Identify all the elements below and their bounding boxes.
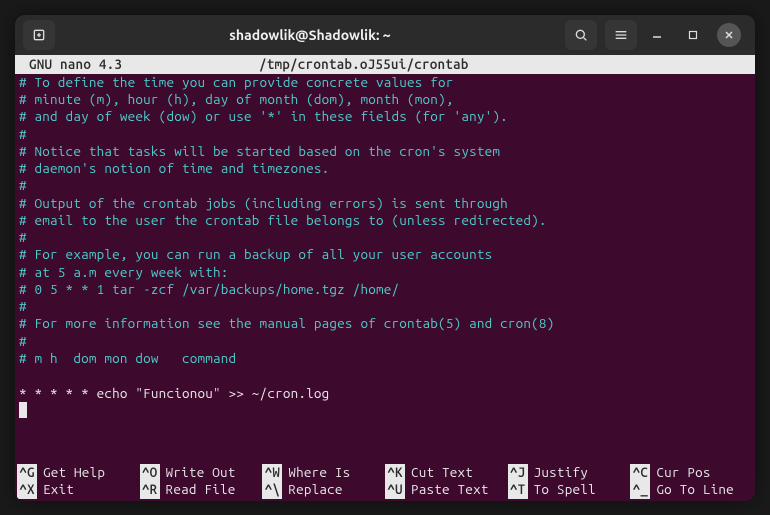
shortcut-key: ^R [140,481,160,498]
editor-line: # To define the time you can provide con… [19,74,751,91]
shortcut-label: To Spell [534,481,596,498]
editor-line: # Notice that tasks will be started base… [19,143,751,160]
editor-line: # For example, you can run a backup of a… [19,246,751,263]
shortcut-item: ^C Cur Pos [630,464,753,481]
shortcut-key: ^T [508,481,528,498]
window-controls [645,23,747,47]
nano-editor[interactable]: GNU nano 4.3 /tmp/crontab.oJ55ui/crontab… [15,55,755,501]
shortcut-item: ^J Justify [508,464,631,481]
cursor [19,402,27,418]
shortcut-item: ^O Write Out [140,464,263,481]
editor-line [19,367,751,384]
shortcut-label: Go To Line [656,481,734,498]
minimize-button[interactable] [645,23,669,47]
shortcut-label: Where Is [288,464,350,481]
editor-line: # For more information see the manual pa… [19,315,751,332]
editor-line: # [19,229,751,246]
shortcut-item: ^X Exit [17,481,140,498]
editor-line: # at 5 a.m every week with: [19,264,751,281]
new-tab-button[interactable] [23,20,55,50]
shortcut-key: ^K [385,464,405,481]
close-button[interactable] [717,23,741,47]
shortcut-item: ^U Paste Text [385,481,508,498]
shortcut-key: ^X [17,481,37,498]
shortcut-label: Replace [288,481,342,498]
editor-file-path: /tmp/crontab.oJ55ui/crontab [259,56,751,73]
terminal-window: shadowlik@Shadowlik: ~ GNU nano 4.3 /tmp… [15,15,755,501]
editor-line: # email to the user the crontab file bel… [19,212,751,229]
shortcut-item: ^R Read File [140,481,263,498]
shortcut-label: Justify [534,464,588,481]
editor-line: # daemon's notion of time and timezones. [19,160,751,177]
editor-line: # and day of week (dow) or use '*' in th… [19,108,751,125]
editor-line: # [19,333,751,350]
menu-button[interactable] [605,20,637,50]
shortcut-label: Read File [166,481,236,498]
shortcut-label: Cur Pos [656,464,710,481]
titlebar: shadowlik@Shadowlik: ~ [15,15,755,55]
shortcut-key: ^\ [262,481,282,498]
shortcut-item: ^K Cut Text [385,464,508,481]
shortcut-item: ^W Where Is [262,464,385,481]
shortcut-label: Exit [43,481,74,498]
editor-line: # [19,126,751,143]
window-title: shadowlik@Shadowlik: ~ [63,27,557,43]
shortcut-item: ^_ Go To Line [630,481,753,498]
editor-content[interactable]: # To define the time you can provide con… [15,74,755,464]
search-button[interactable] [565,20,597,50]
shortcut-key: ^U [385,481,405,498]
editor-header: GNU nano 4.3 /tmp/crontab.oJ55ui/crontab [15,55,755,74]
editor-line: * * * * * echo "Funcionou" >> ~/cron.log [19,385,751,402]
shortcuts-bar: ^G Get Help ^O Write Out ^W Where Is ^K Cut Tex… [15,464,755,501]
editor-line: # [19,177,751,194]
shortcut-label: Get Help [43,464,105,481]
shortcut-item: ^T To Spell [508,481,631,498]
shortcut-key: ^W [262,464,282,481]
shortcut-label: Cut Text [411,464,473,481]
shortcut-key: ^J [508,464,528,481]
shortcut-label: Paste Text [411,481,489,498]
cursor-line [19,402,751,419]
editor-line: # 0 5 * * 1 tar -zcf /var/backups/home.t… [19,281,751,298]
editor-line: # Output of the crontab jobs (including … [19,195,751,212]
editor-line: # m h dom mon dow command [19,350,751,367]
shortcut-item: ^G Get Help [17,464,140,481]
shortcut-key: ^_ [630,481,650,498]
maximize-button[interactable] [681,23,705,47]
editor-line: # [19,298,751,315]
shortcut-key: ^C [630,464,650,481]
shortcut-label: Write Out [166,464,236,481]
shortcut-key: ^G [17,464,37,481]
editor-app-name: GNU nano 4.3 [29,56,259,73]
editor-line: # minute (m), hour (h), day of month (do… [19,91,751,108]
shortcut-item: ^\ Replace [262,481,385,498]
shortcut-key: ^O [140,464,160,481]
